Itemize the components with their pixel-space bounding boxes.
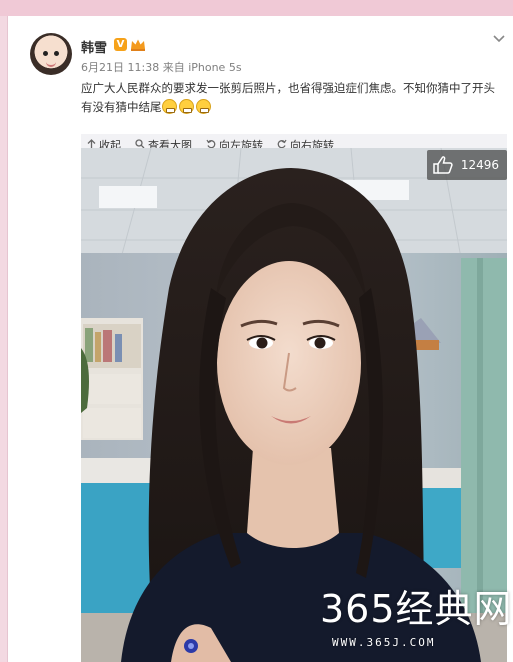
- post-body: 应广大人民群众的要求发一张剪后照片，也省得强迫症们焦虑。不知你猜中了开头有没有猜…: [81, 81, 495, 114]
- grin-emoji-icon: [178, 99, 194, 114]
- post-date[interactable]: 6月21日 11:38: [81, 61, 159, 74]
- avatar-mouth: [46, 61, 56, 67]
- avatar-eye: [43, 51, 48, 56]
- thumbs-up-icon: [433, 156, 453, 174]
- watermark-url: WWW.365J.COM: [332, 636, 436, 649]
- weibo-post-card: 韩雪 V 6月21日 11:38 来自 iPhone 5s 应广大人民群众的要求…: [7, 16, 513, 662]
- post-photo[interactable]: 12496: [81, 148, 507, 662]
- chevron-down-icon[interactable]: [493, 32, 505, 46]
- post-source: 来自 iPhone 5s: [162, 61, 242, 74]
- avatar[interactable]: [30, 33, 72, 75]
- like-badge[interactable]: 12496: [426, 150, 507, 180]
- watermark-logo-text: 365经典网: [320, 587, 513, 631]
- vip-crown-icon: [131, 39, 145, 51]
- avatar-eye: [54, 51, 59, 56]
- like-count: 12496: [460, 158, 499, 172]
- grin-emoji-icon: [161, 99, 177, 114]
- verified-badge: V: [114, 38, 127, 51]
- grin-emoji-icon: [195, 99, 211, 114]
- username[interactable]: 韩雪: [81, 37, 107, 56]
- post-meta: 6月21日 11:38 来自 iPhone 5s: [81, 59, 242, 75]
- page-top-strip: [0, 0, 513, 16]
- photo-portrait-illustration: [81, 148, 507, 662]
- post-text: 应广大人民群众的要求发一张剪后照片，也省得强迫症们焦虑。不知你猜中了开头有没有猜…: [81, 79, 506, 117]
